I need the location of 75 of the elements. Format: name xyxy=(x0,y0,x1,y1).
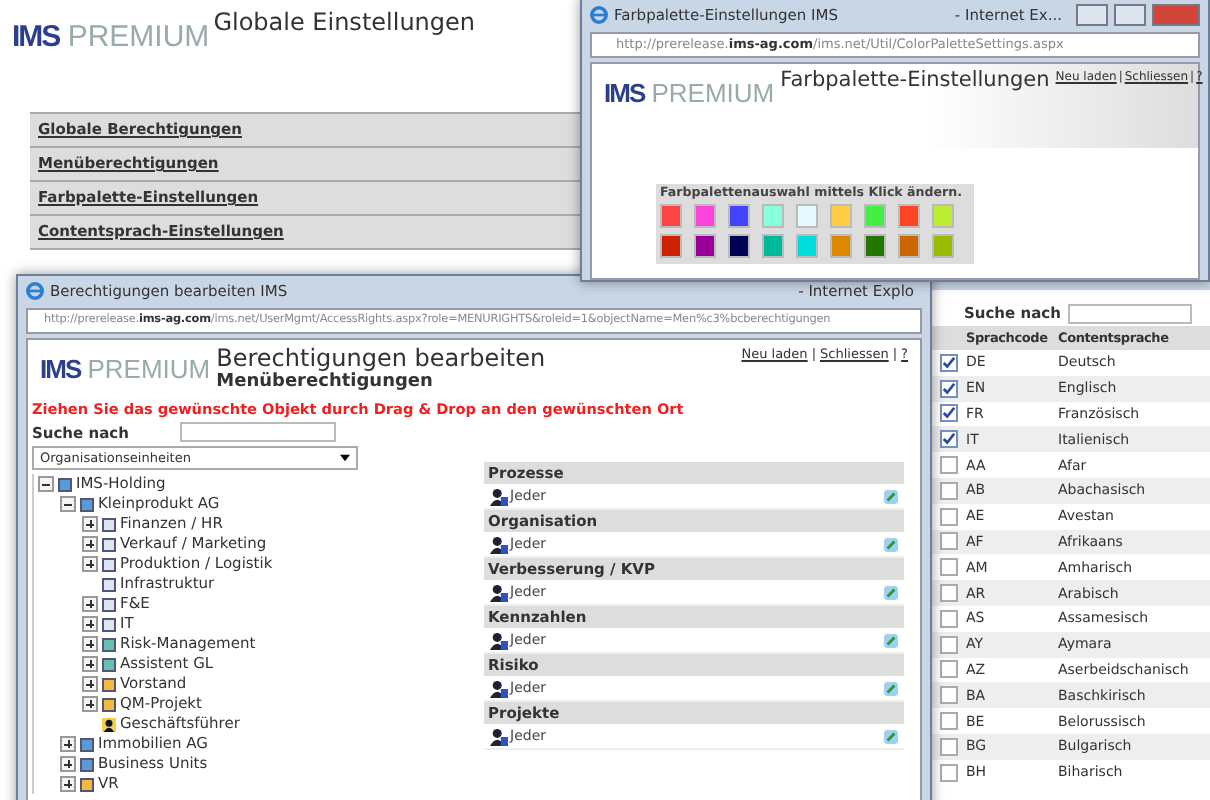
search-field[interactable] xyxy=(1068,303,1193,323)
color-swatch[interactable] xyxy=(762,234,784,258)
color-swatch[interactable] xyxy=(898,204,920,228)
color-swatch[interactable] xyxy=(830,234,852,258)
collapse-icon[interactable] xyxy=(60,496,76,512)
color-swatch[interactable] xyxy=(694,204,716,228)
edit-icon[interactable] xyxy=(884,681,898,695)
color-swatch[interactable] xyxy=(728,204,750,228)
checkbox[interactable] xyxy=(940,430,958,449)
checkbox[interactable] xyxy=(940,635,958,654)
expand-icon[interactable] xyxy=(82,696,98,712)
checkbox[interactable] xyxy=(940,584,958,603)
checkbox[interactable] xyxy=(940,379,958,398)
checkbox[interactable] xyxy=(940,558,958,577)
color-swatch[interactable] xyxy=(694,234,716,258)
color-swatch[interactable] xyxy=(796,204,818,228)
color-swatch[interactable] xyxy=(864,204,886,228)
maximize-button[interactable] xyxy=(1114,4,1146,26)
expand-icon[interactable] xyxy=(82,656,98,672)
expand-icon[interactable] xyxy=(82,556,98,572)
window-subheading: Menüberechtigungen xyxy=(216,372,435,392)
edit-icon[interactable] xyxy=(884,489,898,503)
browser-icon xyxy=(590,6,608,24)
checkbox[interactable] xyxy=(940,660,958,679)
edit-icon[interactable] xyxy=(884,633,898,647)
checkbox[interactable] xyxy=(940,532,958,551)
logo: IMS PREMIUM xyxy=(604,78,775,108)
color-swatch[interactable] xyxy=(932,204,954,228)
people-icon xyxy=(490,487,508,505)
logo: IMS PREMIUM xyxy=(12,20,210,54)
color-swatch[interactable] xyxy=(864,234,886,258)
people-icon xyxy=(490,679,508,697)
expand-icon[interactable] xyxy=(60,776,76,792)
people-icon xyxy=(490,535,508,553)
color-swatch[interactable] xyxy=(898,234,920,258)
checkbox[interactable] xyxy=(940,712,958,731)
caret-icon xyxy=(340,454,350,462)
checkbox[interactable] xyxy=(940,481,958,500)
collapse-icon[interactable] xyxy=(38,476,54,492)
color-swatch[interactable] xyxy=(660,204,682,228)
edit-icon[interactable] xyxy=(884,537,898,551)
minimize-button[interactable] xyxy=(1076,4,1108,26)
window-heading: Berechtigungen bearbeiten xyxy=(216,344,546,372)
checkbox[interactable] xyxy=(940,353,958,372)
people-icon xyxy=(490,631,508,649)
page-title: Globale Einstellungen xyxy=(213,8,476,36)
people-icon xyxy=(490,727,508,745)
expand-icon[interactable] xyxy=(82,516,98,532)
expand-icon[interactable] xyxy=(82,616,98,632)
checkbox[interactable] xyxy=(940,404,958,423)
color-swatch[interactable] xyxy=(796,234,818,258)
color-swatch[interactable] xyxy=(830,204,852,228)
expand-icon[interactable] xyxy=(82,636,98,652)
edit-icon[interactable] xyxy=(884,585,898,599)
color-swatch[interactable] xyxy=(728,234,750,258)
browser-icon xyxy=(26,282,44,300)
expand-icon[interactable] xyxy=(60,756,76,772)
expand-icon[interactable] xyxy=(82,596,98,612)
checkbox[interactable] xyxy=(940,763,958,782)
checkbox[interactable] xyxy=(940,507,958,526)
checkbox[interactable] xyxy=(940,456,958,475)
expand-icon[interactable] xyxy=(82,676,98,692)
logo: IMS PREMIUM xyxy=(40,354,211,384)
expand-icon[interactable] xyxy=(82,536,98,552)
window-heading: Farbpalette-Einstellungen xyxy=(780,68,1050,92)
checkbox[interactable] xyxy=(940,737,958,756)
color-swatch[interactable] xyxy=(932,234,954,258)
people-icon xyxy=(490,583,508,601)
checkbox[interactable] xyxy=(940,686,958,705)
color-swatch[interactable] xyxy=(660,234,682,258)
edit-icon[interactable] xyxy=(884,729,898,743)
color-swatch[interactable] xyxy=(762,204,784,228)
search-field[interactable] xyxy=(180,422,337,442)
expand-icon[interactable] xyxy=(60,736,76,752)
checkbox[interactable] xyxy=(940,609,958,628)
